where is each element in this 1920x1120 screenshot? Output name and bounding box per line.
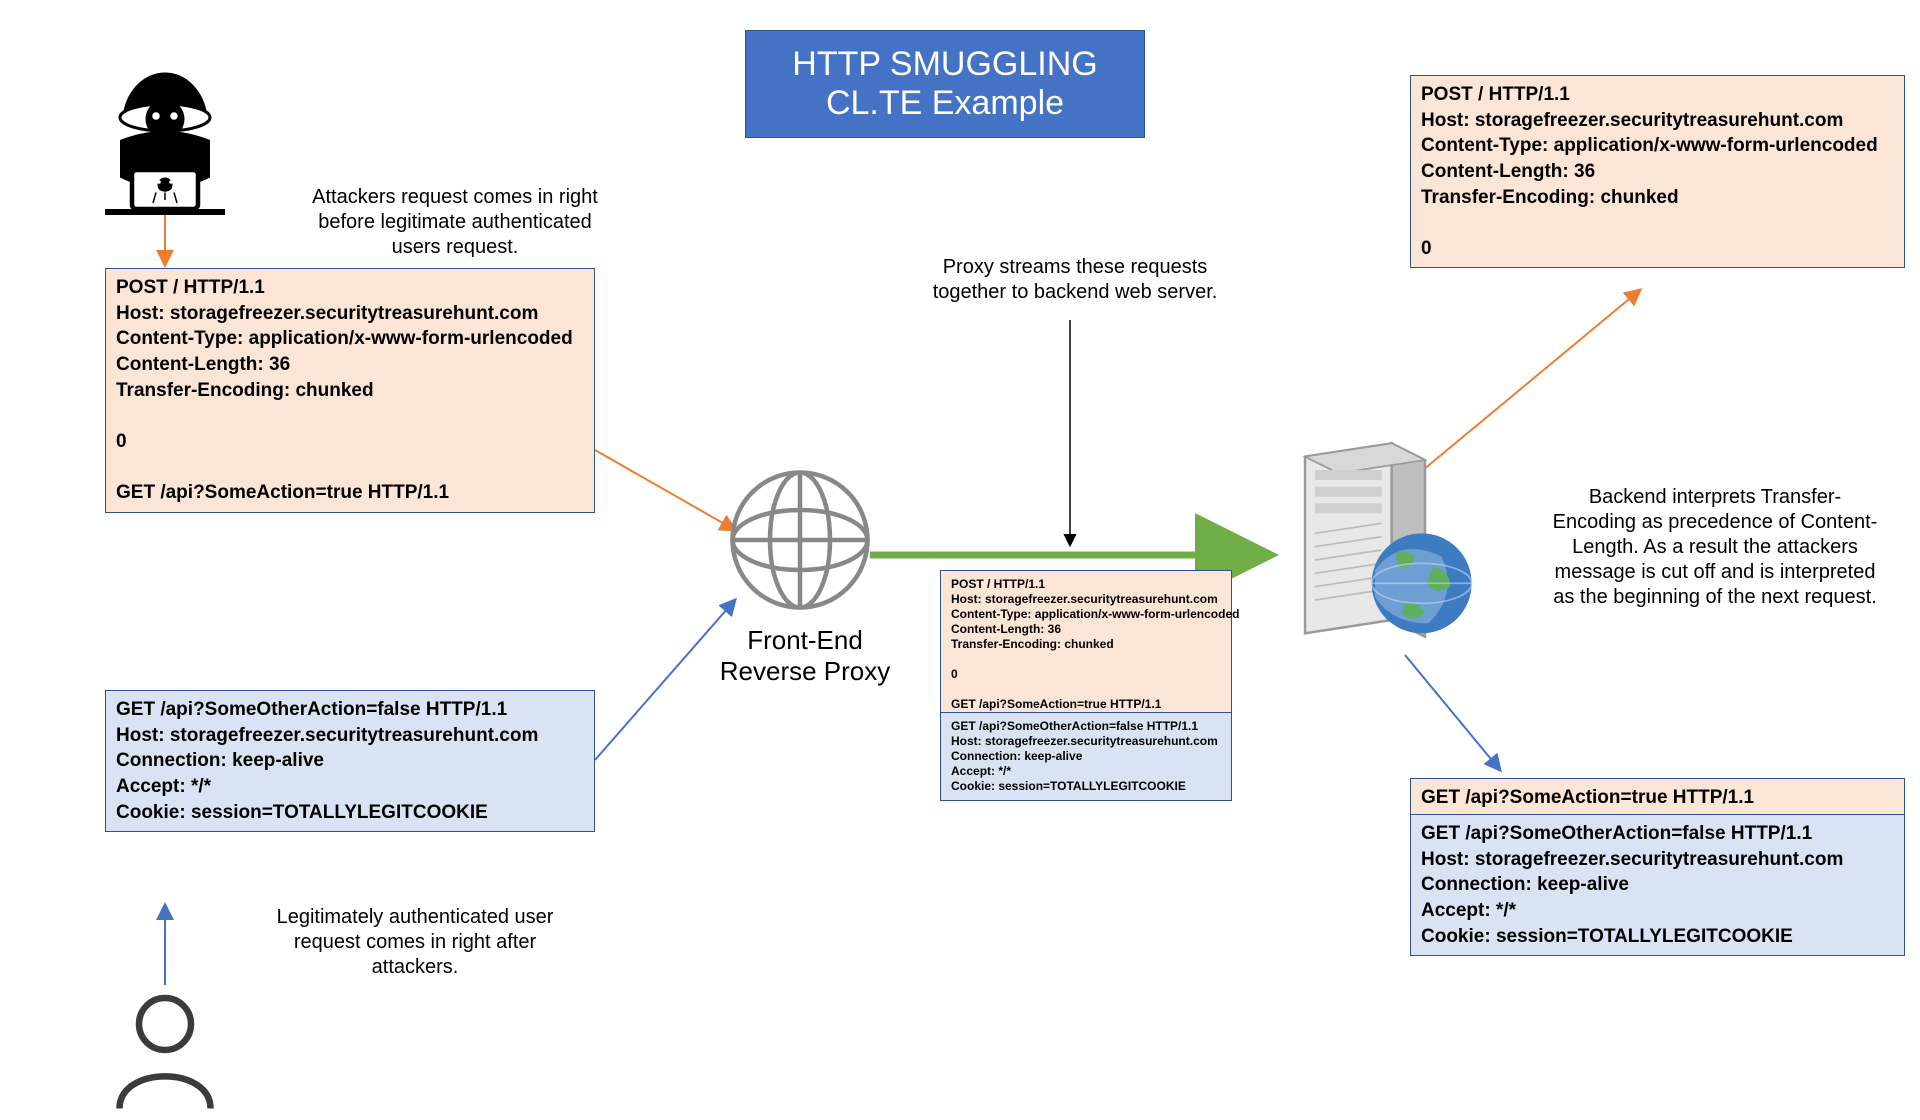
backend-bottom-blue: GET /api?SomeOtherAction=false HTTP/1.1 … bbox=[1410, 814, 1905, 956]
stream-packet-blue: GET /api?SomeOtherAction=false HTTP/1.1 … bbox=[940, 712, 1232, 801]
arrow-attacker-to-proxy bbox=[595, 450, 735, 530]
user-note: Legitimately authenticated userrequest c… bbox=[245, 905, 585, 980]
hacker-icon bbox=[90, 65, 240, 220]
backend-note: Backend interprets Transfer-Encoding as … bbox=[1530, 485, 1900, 610]
diagram-canvas: HTTP SMUGGLING CL.TE Example Attackers r… bbox=[0, 0, 1920, 1080]
arrow-server-to-bottom bbox=[1405, 655, 1500, 770]
attacker-request-packet: POST / HTTP/1.1 Host: storagefreezer.sec… bbox=[105, 268, 595, 513]
user-request-packet: GET /api?SomeOtherAction=false HTTP/1.1 … bbox=[105, 690, 595, 832]
backend-bottom-orange: GET /api?SomeAction=true HTTP/1.1 bbox=[1410, 778, 1905, 817]
title-line1: HTTP SMUGGLING bbox=[792, 45, 1097, 83]
stream-packet-orange: POST / HTTP/1.1 Host: storagefreezer.sec… bbox=[940, 570, 1232, 718]
globe-icon bbox=[725, 465, 875, 620]
arrow-user-to-proxy bbox=[595, 600, 735, 760]
title-line2: CL.TE Example bbox=[826, 84, 1064, 122]
proxy-stream-note: Proxy streams these requeststogether to … bbox=[920, 255, 1230, 305]
diagram-title: HTTP SMUGGLING CL.TE Example bbox=[745, 30, 1145, 138]
user-icon bbox=[100, 985, 230, 1120]
attacker-note: Attackers request comes in rightbefore l… bbox=[285, 185, 625, 260]
server-icon bbox=[1275, 435, 1475, 660]
proxy-label: Front-EndReverse Proxy bbox=[715, 625, 895, 687]
backend-top-packet: POST / HTTP/1.1 Host: storagefreezer.sec… bbox=[1410, 75, 1905, 268]
